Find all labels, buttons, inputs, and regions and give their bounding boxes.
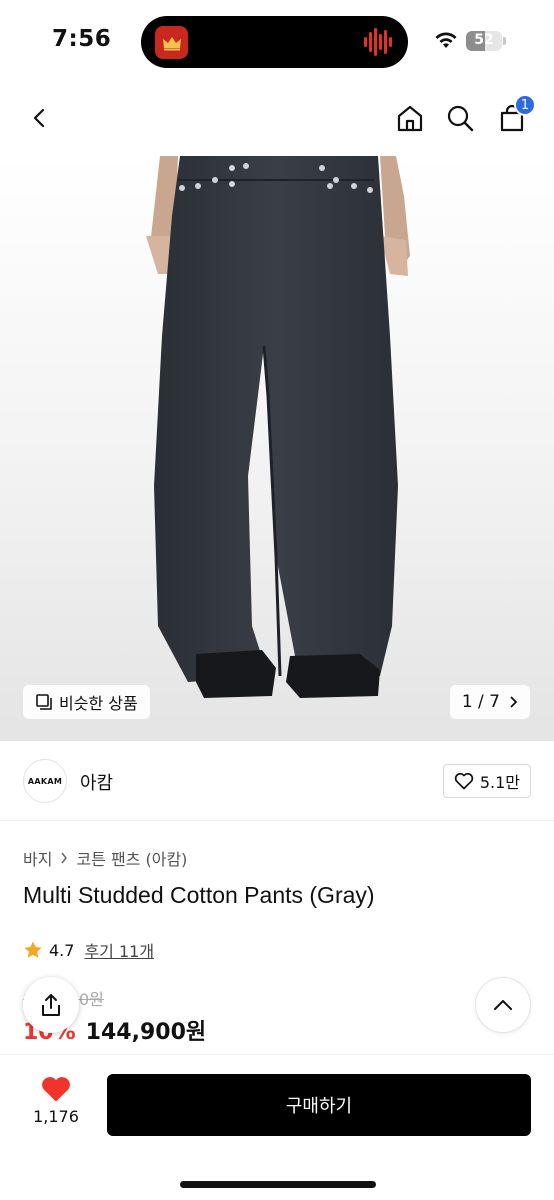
image-pager-text: 1 / 7 — [461, 692, 500, 712]
brand-logo[interactable]: AAKAM — [23, 759, 67, 803]
home-indicator — [180, 1181, 376, 1188]
heart-filled-icon — [42, 1077, 70, 1102]
bottom-bar: 1,176 구매하기 — [0, 1054, 554, 1200]
product-image-carousel[interactable]: 비슷한 상품 1 / 7 — [0, 156, 554, 741]
product-photo-pants — [146, 156, 410, 698]
battery-text: 52 — [474, 32, 494, 48]
chevron-right-icon — [61, 852, 68, 864]
heart-outline-icon — [454, 772, 474, 790]
breadcrumb-item[interactable]: 코튼 팬츠 (아캄) — [76, 846, 187, 870]
brand-like-button[interactable]: 5.1만 — [442, 764, 531, 798]
similar-products-button[interactable]: 비슷한 상품 — [23, 685, 150, 719]
brand-row: AAKAM 아캄 5.1만 — [0, 741, 554, 821]
breadcrumb: 바지 코튼 팬츠 (아캄) — [23, 846, 187, 870]
nav-header: 1 — [0, 84, 554, 156]
chevron-right-icon — [510, 696, 518, 708]
chevron-up-icon — [494, 1000, 512, 1010]
like-button[interactable]: 1,176 — [23, 1075, 89, 1135]
chevron-left-icon — [33, 108, 45, 128]
breadcrumb-item[interactable]: 바지 — [23, 846, 52, 870]
audio-wave-icon — [364, 28, 392, 56]
share-icon — [42, 994, 60, 1016]
scroll-top-button[interactable] — [475, 977, 531, 1033]
battery-cap — [503, 37, 506, 45]
back-button[interactable] — [20, 98, 60, 138]
rating-row: 4.7 후기 11개 — [23, 938, 154, 962]
brand-like-count: 5.1만 — [479, 773, 520, 792]
reviews-link[interactable]: 후기 11개 — [84, 938, 154, 962]
product-title: Multi Studded Cotton Pants (Gray) — [23, 882, 375, 908]
similar-items-icon — [36, 694, 52, 710]
star-icon — [24, 941, 42, 958]
similar-products-label: 비슷한 상품 — [59, 694, 138, 713]
search-icon — [447, 105, 474, 132]
cart-badge: 1 — [514, 94, 536, 116]
battery-icon: 52 — [466, 31, 502, 51]
cart-button[interactable]: 1 — [492, 94, 536, 138]
dynamic-island[interactable] — [141, 16, 408, 68]
rating-value: 4.7 — [49, 940, 75, 960]
search-button[interactable] — [440, 98, 480, 138]
sale-price: 144,900원 — [85, 1020, 207, 1045]
like-count: 1,176 — [33, 1107, 79, 1126]
buy-button[interactable]: 구매하기 — [107, 1074, 531, 1136]
wifi-icon — [435, 32, 457, 48]
home-button[interactable] — [390, 98, 430, 138]
home-icon — [397, 105, 423, 132]
status-bar: 7:56 52 — [0, 0, 554, 84]
brand-name[interactable]: 아캄 — [80, 769, 113, 795]
crown-app-icon — [155, 26, 188, 59]
share-button[interactable] — [23, 977, 79, 1033]
image-pager[interactable]: 1 / 7 — [449, 685, 530, 719]
status-time: 7:56 — [52, 26, 112, 52]
